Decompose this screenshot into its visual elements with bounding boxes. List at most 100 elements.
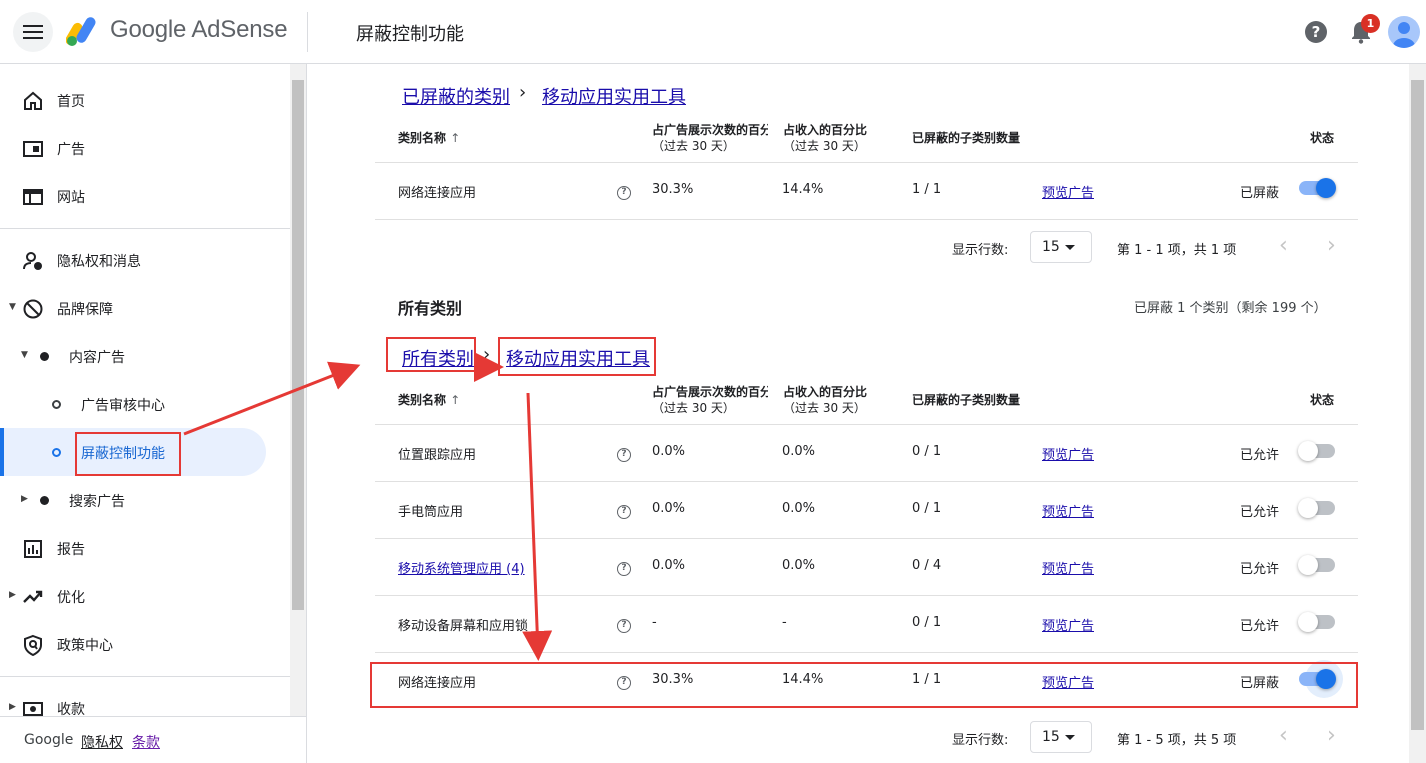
rows-per-page-select[interactable]: 15 [1030, 721, 1092, 753]
table-divider [375, 481, 1358, 482]
category-name-link[interactable]: 移动系统管理应用 (4) [398, 558, 525, 577]
sidebar-item-label: 优化 [57, 590, 85, 606]
header-divider [307, 12, 308, 52]
annotation-box-all-categories [386, 337, 476, 372]
sort-ascending-icon[interactable]: ↑ [450, 131, 460, 145]
toggle-knob [1298, 441, 1318, 461]
block-toggle[interactable] [1299, 178, 1336, 198]
person-icon [1393, 22, 1415, 48]
column-header-name[interactable]: 类别名称 ↑ [398, 392, 460, 408]
annotation-box-sidebar [75, 432, 181, 476]
help-circle-icon[interactable]: ? [617, 186, 631, 200]
column-header-name[interactable]: 类别名称 ↑ [398, 130, 460, 146]
svg-text:?: ? [1312, 23, 1321, 41]
help-icon[interactable]: ? [1303, 19, 1329, 45]
sidebar-item-reports[interactable]: 报告 [0, 524, 290, 572]
impression-share: 0.0% [652, 444, 686, 459]
sidebar-item-policy-center[interactable]: 政策中心 [0, 620, 290, 668]
preview-ads-link[interactable]: 预览广告 [1042, 615, 1094, 634]
annotation-box-network-row [370, 662, 1358, 708]
expand-right-icon[interactable]: ▶ [9, 590, 16, 600]
sidebar-divider [0, 676, 290, 677]
impression-share: - [652, 615, 657, 630]
ring-bullet-icon [52, 448, 61, 457]
section-title: 所有类别 [398, 299, 463, 318]
pagination-range: 第 1 - 1 项，共 1 项 [1117, 243, 1237, 258]
help-circle-icon[interactable]: ? [617, 562, 631, 576]
sidebar-item-ad-review-center[interactable]: 广告审核中心 [0, 380, 290, 428]
rows-per-page-select[interactable]: 15 [1030, 231, 1092, 263]
impression-share: 30.3% [652, 182, 694, 197]
sidebar-item-brand-safety[interactable]: ▼ 品牌保障 [0, 284, 290, 332]
status-text: 已允许 [1240, 448, 1280, 463]
expand-right-icon[interactable]: ▶ [9, 702, 16, 712]
main-scrollbar-thumb[interactable] [1411, 80, 1424, 730]
block-toggle[interactable] [1298, 441, 1335, 461]
sidebar-item-home[interactable]: 首页 [0, 76, 290, 124]
sidebar-item-privacy[interactable]: 隐私权和消息 [0, 236, 290, 284]
help-circle-icon[interactable]: ? [617, 448, 631, 462]
sidebar-item-label: 首页 [57, 94, 85, 110]
preview-ads-link[interactable]: 预览广告 [1042, 444, 1094, 463]
blocked-subcategory-count: 0 / 1 [912, 615, 942, 630]
table-divider [375, 595, 1358, 596]
expand-down-icon[interactable]: ▼ [9, 302, 16, 312]
footer-brand: Google [24, 732, 74, 748]
sidebar-item-ads[interactable]: 广告 [0, 124, 290, 172]
sidebar-item-label: 搜索广告 [69, 494, 125, 510]
expand-down-icon[interactable]: ▼ [21, 350, 28, 360]
block-icon [23, 299, 43, 319]
sort-ascending-icon[interactable]: ↑ [450, 393, 460, 407]
account-avatar[interactable] [1388, 16, 1420, 48]
revenue-share: 0.0% [782, 444, 816, 459]
sidebar-item-sites[interactable]: 网站 [0, 172, 290, 220]
column-header-status: 状态 [1310, 393, 1335, 407]
toggle-knob [1298, 612, 1318, 632]
revenue-share: - [782, 615, 787, 630]
terms-link[interactable]: 条款 [132, 732, 160, 752]
preview-ads-link[interactable]: 预览广告 [1042, 558, 1094, 577]
toggle-knob [1316, 178, 1336, 198]
privacy-link[interactable]: 隐私权 [81, 732, 123, 752]
previous-page-icon[interactable]: ‹ [1279, 723, 1288, 748]
status-text: 已允许 [1240, 505, 1280, 520]
home-icon [24, 91, 42, 110]
sidebar-footer: Google 隐私权 条款 [0, 716, 307, 763]
sidebar-item-content-ads[interactable]: ▼ 内容广告 [0, 332, 290, 380]
column-header-impressions: 占广告展示次数的百分比（过去 30 天） [652, 385, 768, 415]
blocked-subcategory-count: 1 / 1 [912, 182, 942, 197]
preview-ads-link[interactable]: 预览广告 [1042, 501, 1094, 520]
sidebar-item-label: 网站 [57, 190, 85, 206]
column-header-subcategories: 已屏蔽的子类别数量 [912, 393, 1021, 407]
breadcrumb-mobile-utilities[interactable]: 移动应用实用工具 [542, 83, 686, 109]
sidebar-item-label: 广告审核中心 [81, 398, 165, 414]
block-toggle[interactable] [1298, 612, 1335, 632]
column-header-revenue: 占收入的百分比 （过去 30 天） [783, 123, 868, 153]
main-menu-button[interactable] [13, 12, 53, 52]
sidebar-scrollbar-thumb[interactable] [292, 80, 304, 610]
help-circle-icon[interactable]: ? [617, 619, 631, 633]
ring-bullet-icon [52, 400, 61, 409]
sidebar-item-optimization[interactable]: ▶ 优化 [0, 572, 290, 620]
adsense-logo-icon [66, 17, 96, 46]
breadcrumb-blocked-categories[interactable]: 已屏蔽的类别 [402, 83, 510, 109]
block-toggle[interactable] [1298, 498, 1335, 518]
expand-right-icon[interactable]: ▶ [21, 494, 28, 504]
category-name: 手电筒应用 [398, 505, 464, 520]
column-header-impressions: 占广告展示次数的百分比（过去 30 天） [652, 123, 768, 153]
sites-icon [23, 189, 43, 205]
block-toggle[interactable] [1298, 555, 1335, 575]
sidebar-item-label: 隐私权和消息 [57, 254, 141, 270]
next-page-icon[interactable]: › [1327, 723, 1336, 748]
help-circle-icon[interactable]: ? [617, 505, 631, 519]
category-name: 位置跟踪应用 [398, 448, 477, 463]
revenue-share: 14.4% [782, 182, 824, 197]
ads-icon [23, 141, 43, 157]
product-name: Google AdSense [110, 16, 288, 43]
previous-page-icon[interactable]: ‹ [1279, 233, 1288, 258]
trending-icon [23, 590, 43, 603]
next-page-icon[interactable]: › [1327, 233, 1336, 258]
column-header-subcategories: 已屏蔽的子类别数量 [912, 131, 1021, 145]
preview-ads-link[interactable]: 预览广告 [1042, 182, 1094, 201]
sidebar-item-search-ads[interactable]: ▶ 搜索广告 [0, 476, 290, 524]
